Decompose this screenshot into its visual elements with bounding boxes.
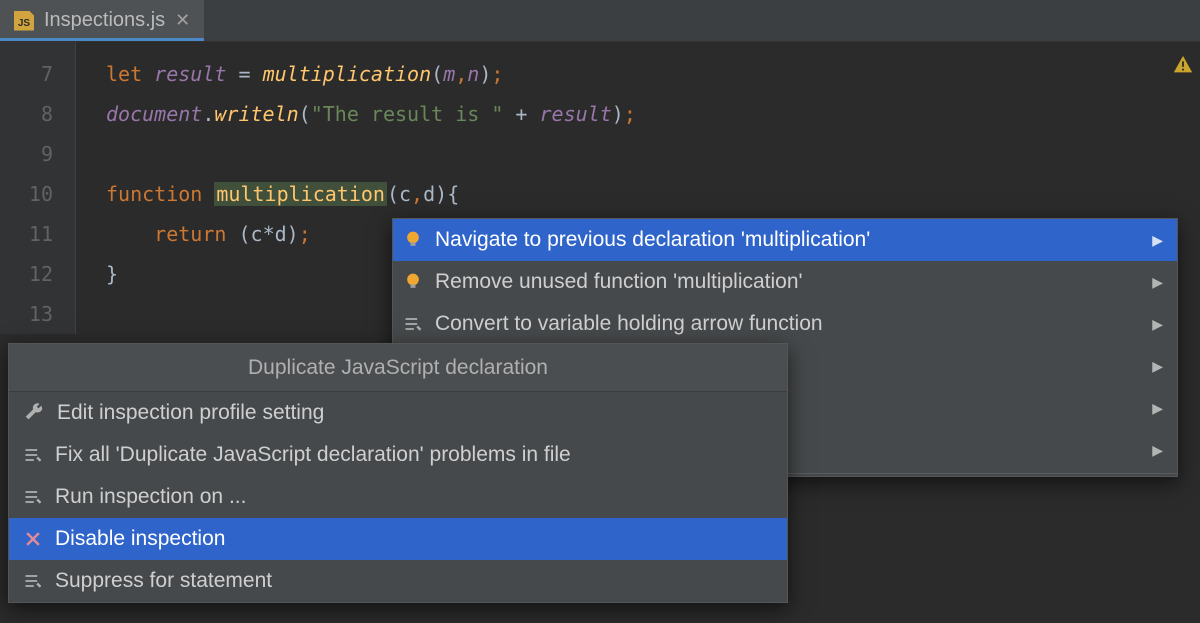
- edit-icon: [23, 571, 43, 591]
- line-number: 13: [0, 294, 53, 334]
- close-icon: [23, 529, 43, 549]
- submenu-edit-profile-setting[interactable]: Edit inspection profile setting: [9, 392, 787, 434]
- chevron-right-icon: ▶: [1152, 232, 1163, 249]
- intention-navigate-previous-declaration[interactable]: Navigate to previous declaration 'multip…: [393, 219, 1177, 261]
- intention-convert-arrow-function[interactable]: Convert to variable holding arrow functi…: [393, 303, 1177, 345]
- submenu-fix-all-problems[interactable]: Fix all 'Duplicate JavaScript declaratio…: [9, 434, 787, 476]
- submenu-label: Run inspection on ...: [55, 485, 246, 509]
- code-line-9: [106, 134, 1200, 174]
- submenu-suppress-for-statement[interactable]: Suppress for statement: [9, 560, 787, 602]
- edit-icon: [23, 445, 43, 465]
- line-number: 11: [0, 214, 53, 254]
- js-file-icon: JS: [14, 11, 34, 31]
- submenu-run-inspection-on[interactable]: Run inspection on ...: [9, 476, 787, 518]
- intention-label: Navigate to previous declaration 'multip…: [435, 228, 870, 252]
- lightbulb-icon: [403, 272, 423, 292]
- submenu-header: Duplicate JavaScript declaration: [9, 344, 787, 392]
- intention-label: Remove unused function 'multiplication': [435, 270, 803, 294]
- tab-bar: JS Inspections.js ✕: [0, 0, 1200, 42]
- close-tab-icon[interactable]: ✕: [175, 10, 190, 31]
- file-tab[interactable]: JS Inspections.js ✕: [0, 0, 204, 41]
- intention-remove-unused-function[interactable]: Remove unused function 'multiplication' …: [393, 261, 1177, 303]
- inspection-submenu-popup: Duplicate JavaScript declaration Edit in…: [8, 343, 788, 603]
- submenu-label: Suppress for statement: [55, 569, 272, 593]
- submenu-label: Edit inspection profile setting: [57, 401, 324, 425]
- lightbulb-icon: [403, 230, 423, 250]
- chevron-right-icon: ▶: [1152, 274, 1163, 291]
- wrench-icon: [23, 402, 45, 424]
- intention-label: Convert to variable holding arrow functi…: [435, 312, 823, 336]
- line-number: 12: [0, 254, 53, 294]
- line-number: 7: [0, 54, 53, 94]
- code-line-7: let result = multiplication(m,n);: [106, 54, 1200, 94]
- chevron-right-icon: ▶: [1152, 358, 1163, 375]
- gutter: 7 8 9 10 11 12 13: [0, 42, 76, 334]
- chevron-right-icon: ▶: [1152, 400, 1163, 417]
- line-number: 8: [0, 94, 53, 134]
- submenu-label: Fix all 'Duplicate JavaScript declaratio…: [55, 443, 571, 467]
- tab-filename: Inspections.js: [44, 9, 165, 32]
- submenu-disable-inspection[interactable]: Disable inspection: [9, 518, 787, 560]
- submenu-label: Disable inspection: [55, 527, 225, 551]
- chevron-right-icon: ▶: [1152, 316, 1163, 333]
- line-number: 9: [0, 134, 53, 174]
- edit-icon: [403, 314, 423, 334]
- code-line-8: document.writeln("The result is " + resu…: [106, 94, 1200, 134]
- edit-icon: [23, 487, 43, 507]
- code-line-10: function multiplication(c,d){: [106, 174, 1200, 214]
- line-number: 10: [0, 174, 53, 214]
- chevron-right-icon: ▶: [1152, 442, 1163, 459]
